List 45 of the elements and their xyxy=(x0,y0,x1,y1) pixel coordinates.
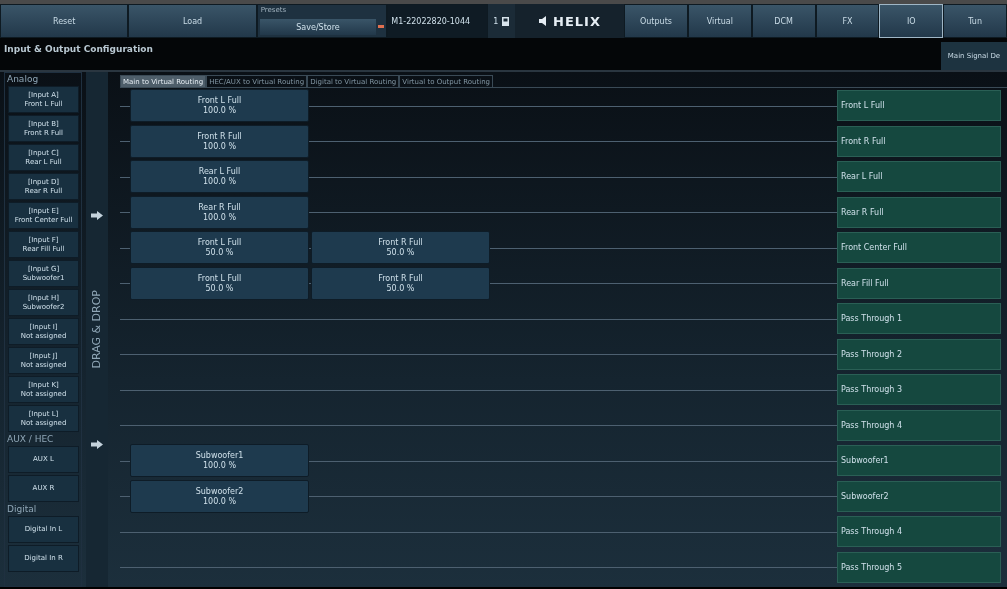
arrow-right-icon xyxy=(91,210,103,220)
source-block[interactable]: Front L Full 50.0 % xyxy=(130,266,309,300)
nav-tab[interactable]: FX xyxy=(815,4,880,38)
slot-number: 1 xyxy=(493,16,499,26)
source-block[interactable]: Rear L Full 100.0 % xyxy=(130,160,309,194)
virtual-channel[interactable]: Pass Through 4 xyxy=(837,409,1001,441)
group-heading: AUX / HEC xyxy=(7,434,55,445)
virtual-channel[interactable]: Rear L Full xyxy=(837,161,1001,193)
memory-icon[interactable] xyxy=(502,16,510,26)
nav-tab[interactable]: DCM xyxy=(751,4,816,38)
virtual-channel[interactable]: Pass Through 4 xyxy=(837,516,1001,548)
arrow-right-icon xyxy=(91,439,103,449)
virtual-channel[interactable]: Front R Full xyxy=(837,125,1001,157)
nav-tab[interactable]: Tun xyxy=(943,4,1007,38)
source-block[interactable]: Front R Full 50.0 % xyxy=(311,231,490,265)
virtual-channel[interactable]: Pass Through 1 xyxy=(837,303,1001,335)
virtual-channel[interactable]: Subwoofer2 xyxy=(837,480,1001,512)
toolbar-button[interactable]: Reset xyxy=(0,4,129,38)
virtual-channel[interactable]: Pass Through 2 xyxy=(837,338,1001,370)
virtual-channel[interactable]: Front Center Full xyxy=(837,232,1001,264)
nav-tab[interactable]: Outputs xyxy=(624,4,688,38)
page-title: Input & Output Configuration xyxy=(4,44,153,54)
nav-tab[interactable]: Virtual xyxy=(687,4,752,38)
virtual-channel[interactable]: Pass Through 5 xyxy=(837,551,1001,583)
source-block[interactable]: Rear R Full 100.0 % xyxy=(130,195,309,229)
source-block[interactable]: Front L Full 100.0 % xyxy=(130,89,309,123)
group-heading: Digital xyxy=(7,504,38,515)
dropdown-value: Save/Store xyxy=(259,19,377,35)
source-block[interactable]: Front R Full 100.0 % xyxy=(130,124,309,158)
virtual-channel[interactable]: Rear R Full xyxy=(837,196,1001,228)
virtual-channel[interactable]: Rear Fill Full xyxy=(837,267,1001,299)
nav-tab[interactable]: IO xyxy=(879,4,944,38)
brand-logo: HELIX xyxy=(553,13,601,29)
virtual-channel[interactable]: Pass Through 3 xyxy=(837,374,1001,406)
source-block[interactable]: Front L Full 50.0 % xyxy=(130,231,309,265)
source-block[interactable]: Subwoofer2 100.0 % xyxy=(130,479,309,513)
toolbar-button[interactable]: Load xyxy=(128,4,257,38)
drag-drop-label: DRAG & DROP xyxy=(90,290,104,369)
virtual-channel[interactable]: Front L Full xyxy=(837,90,1001,122)
virtual-channel[interactable]: Subwoofer1 xyxy=(837,445,1001,477)
serial-number: M1-22022820-1044 xyxy=(387,4,488,38)
source-block[interactable]: Front R Full 50.0 % xyxy=(311,266,490,300)
source-block[interactable]: Subwoofer1 100.0 % xyxy=(130,444,309,478)
group-heading: Analog xyxy=(7,74,40,85)
caret-icon xyxy=(378,25,385,28)
